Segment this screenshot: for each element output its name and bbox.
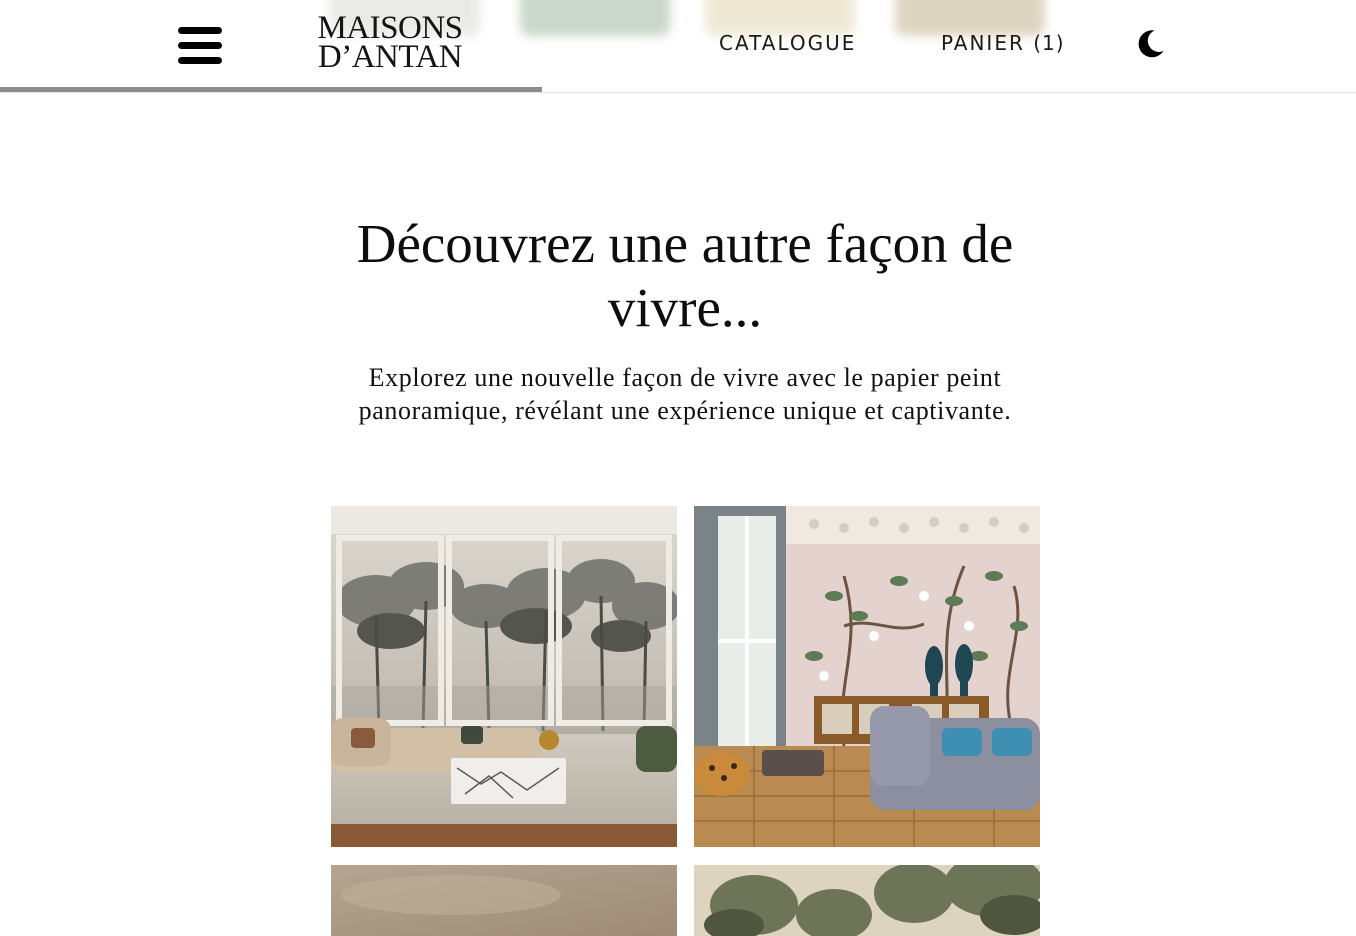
landscape-trees-illustration: [694, 865, 1040, 936]
cart-label: PANIER: [941, 31, 1025, 55]
menu-bar: [178, 27, 222, 34]
gallery-image-forest-living-room[interactable]: [331, 506, 677, 847]
cart-count: (1): [1033, 31, 1065, 55]
gallery-image-landscape-trees[interactable]: [694, 865, 1040, 936]
hero-title: Découvrez une autre façon de vivre...: [356, 213, 1014, 338]
logo-line-2: D’ANTAN: [317, 39, 463, 75]
menu-bar: [178, 42, 222, 49]
taupe-wall-illustration: [331, 865, 677, 936]
scroll-progress-bar: [0, 87, 1356, 92]
hero-subtitle: Explorez une nouvelle façon de vivre ave…: [358, 363, 1012, 425]
peacock-living-room-illustration: [694, 506, 1040, 847]
nav-link-cart[interactable]: PANIER (1): [941, 31, 1065, 55]
menu-bar: [178, 57, 222, 64]
site-logo[interactable]: MAISONS D’ANTAN: [290, 12, 490, 75]
nav-link-catalogue[interactable]: CATALOGUE: [719, 31, 856, 55]
hamburger-menu-icon[interactable]: [178, 27, 222, 64]
scroll-progress-fill: [0, 87, 543, 92]
site-header: MAISONS D’ANTAN CATALOGUE PANIER (1): [0, 0, 1356, 93]
moon-icon[interactable]: [1134, 28, 1166, 60]
header-background-image: [520, 0, 670, 36]
gallery-image-taupe-wall[interactable]: [331, 865, 677, 936]
forest-living-room-illustration: [331, 506, 677, 847]
gallery-image-peacock-living-room[interactable]: [694, 506, 1040, 847]
moon-icon-graphic: [1138, 30, 1164, 58]
